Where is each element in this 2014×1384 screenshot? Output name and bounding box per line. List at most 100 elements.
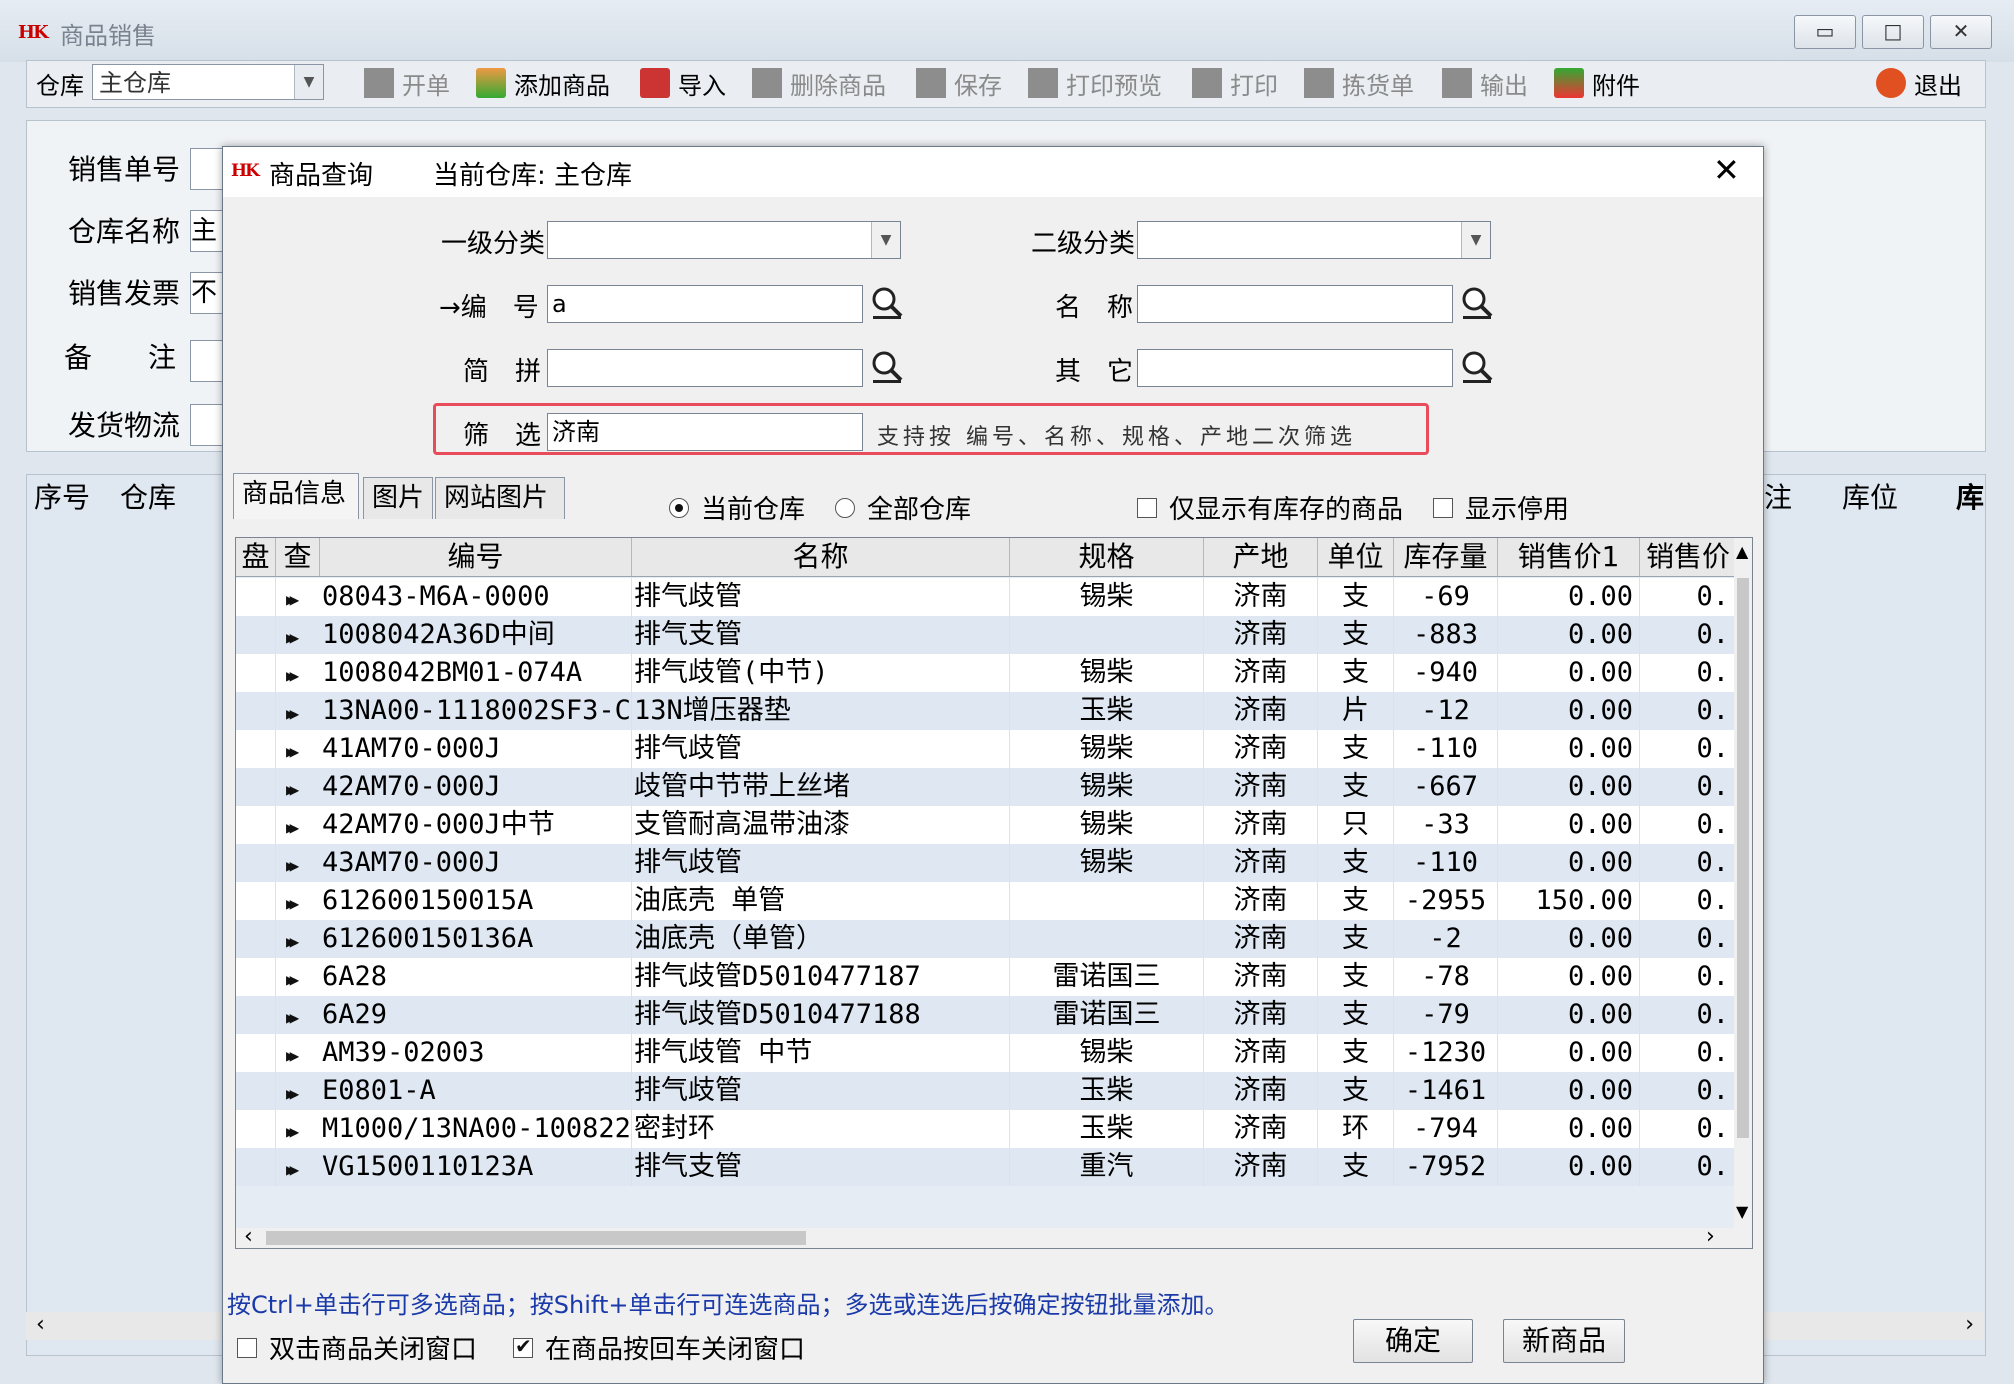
chk-show-disabled[interactable]: 显示停用 [1433, 489, 1569, 526]
row-arrow-icon[interactable]: ▶▶ [286, 666, 299, 685]
delete-product-button[interactable]: 删除商品 [752, 62, 886, 104]
row-arrow-icon[interactable]: ▶▶ [286, 780, 299, 799]
row-check-cell[interactable] [236, 1034, 276, 1072]
table-row[interactable]: ▶▶ 43AM70-000J 排气歧管 锡柴 济南支 -110 0.00 0. [236, 844, 1736, 882]
row-arrow-icon[interactable]: ▶▶ [286, 1008, 299, 1027]
row-arrow-icon[interactable]: ▶▶ [286, 856, 299, 875]
col-header-price2[interactable]: 销售价 [1640, 538, 1736, 576]
print-preview-button[interactable]: 打印预览 [1028, 62, 1162, 104]
row-arrow-icon[interactable]: ▶▶ [286, 590, 299, 609]
chk-enter-close[interactable]: 在商品按回车关闭窗口 [513, 1329, 805, 1366]
exit-button[interactable]: 退出 [1876, 62, 1962, 104]
row-check-cell[interactable] [236, 616, 276, 654]
col-header-price1[interactable]: 销售价1 [1498, 538, 1640, 576]
attachment-button[interactable]: 附件 [1554, 62, 1640, 104]
table-row[interactable]: ▶▶ 6A29 排气歧管D5010477188 雷诺国三 济南支 -79 0.00 0. [236, 996, 1736, 1034]
grid-hscroll-thumb[interactable] [266, 1231, 806, 1245]
print-button[interactable]: 打印 [1192, 62, 1278, 104]
close-window-button[interactable]: ✕ [1930, 15, 1992, 49]
table-row[interactable]: ▶▶ 13NA00-1118002SF3-C 13N增压器垫 玉柴 济南片 -12 0.00… [236, 692, 1736, 730]
row-check-cell[interactable] [236, 958, 276, 996]
col-header-view[interactable]: 查 [276, 538, 320, 576]
add-product-button[interactable]: 添加商品 [476, 62, 610, 104]
row-arrow-icon[interactable]: ▶▶ [286, 894, 299, 913]
filter-input[interactable]: 济南 [547, 413, 863, 451]
table-row[interactable]: ▶▶ VG1500110123A 排气支管 重汽 济南支 -7952 0.00 0. [236, 1148, 1736, 1186]
row-check-cell[interactable] [236, 692, 276, 730]
tab-product-info[interactable]: 商品信息 [233, 473, 359, 519]
chevron-left-icon[interactable]: ‹ [36, 1312, 45, 1337]
radio-all-warehouses[interactable]: 全部仓库 [835, 489, 971, 526]
row-arrow-icon[interactable]: ▶▶ [286, 1046, 299, 1065]
table-row[interactable]: ▶▶ 1008042A36D中间 排气支管 济南支 -883 0.00 0. [236, 616, 1736, 654]
tab-pictures[interactable]: 图片 [363, 477, 433, 519]
table-row[interactable]: ▶▶ AM39-02003 排气歧管 中节 锡柴 济南支 -1230 0.00 0. [236, 1034, 1736, 1072]
main-hscroll-right[interactable]: › [1762, 1312, 1984, 1340]
row-check-cell[interactable] [236, 920, 276, 958]
name-input[interactable] [1137, 285, 1453, 323]
new-order-button[interactable]: 开单 [364, 62, 450, 104]
table-row[interactable]: ▶▶ 612600150136A 油底壳（单管） 济南支 -2 0.00 0. [236, 920, 1736, 958]
table-row[interactable]: ▶▶ 41AM70-000J 排气歧管 锡柴 济南支 -110 0.00 0. [236, 730, 1736, 768]
chk-dblclick-close[interactable]: 双击商品关闭窗口 [237, 1329, 477, 1366]
table-row[interactable]: ▶▶ 1008042BM01-074A 排气歧管(中节) 锡柴 济南支 -940 0.00 0… [236, 654, 1736, 692]
row-check-cell[interactable] [236, 996, 276, 1034]
table-row[interactable]: ▶▶ 08043-M6A-0000 排气歧管 锡柴 济南支 -69 0.00 0. [236, 578, 1736, 616]
category1-select[interactable]: ▼ [547, 221, 901, 259]
row-check-cell[interactable] [236, 768, 276, 806]
row-arrow-icon[interactable]: ▶▶ [286, 932, 299, 951]
col-header-unit[interactable]: 单位 [1318, 538, 1394, 576]
chevron-up-icon[interactable]: ▲ [1736, 542, 1748, 561]
chk-in-stock-only[interactable]: 仅显示有库存的商品 [1137, 489, 1403, 526]
category2-select[interactable]: ▼ [1137, 221, 1491, 259]
row-arrow-icon[interactable]: ▶▶ [286, 628, 299, 647]
grid-vscroll-thumb[interactable] [1737, 578, 1749, 1138]
table-row[interactable]: ▶▶ M1000/13NA00-100822 密封环 玉柴 济南环 -794 0.00 0. [236, 1110, 1736, 1148]
import-button[interactable]: 导入 [640, 62, 726, 104]
radio-current-warehouse[interactable]: 当前仓库 [669, 489, 805, 526]
pick-list-button[interactable]: 拣货单 [1304, 62, 1414, 104]
other-search-icon[interactable] [1459, 349, 1495, 385]
row-check-cell[interactable] [236, 730, 276, 768]
table-row[interactable]: ▶▶ 6A28 排气歧管D5010477187 雷诺国三 济南支 -78 0.00 0. [236, 958, 1736, 996]
table-row[interactable]: ▶▶ E0801-A 排气歧管 玉柴 济南支 -1461 0.00 0. [236, 1072, 1736, 1110]
name-search-icon[interactable] [1459, 285, 1495, 321]
table-row[interactable]: ▶▶ 612600150015A 油底壳 单管 济南支 -2955 150.00 0. [236, 882, 1736, 920]
ok-button[interactable]: 确定 [1353, 1319, 1473, 1363]
col-header-check[interactable]: 盘 [236, 538, 276, 576]
tab-web-pictures[interactable]: 网站图片 [435, 477, 565, 519]
row-check-cell[interactable] [236, 844, 276, 882]
dialog-close-button[interactable]: ✕ [1713, 151, 1740, 189]
row-check-cell[interactable] [236, 882, 276, 920]
col-header-origin[interactable]: 产地 [1204, 538, 1318, 576]
grid-hscroll[interactable]: ‹ › [236, 1224, 1752, 1248]
export-button[interactable]: 输出 [1442, 62, 1528, 104]
chevron-right-icon[interactable]: › [1965, 1312, 1974, 1337]
code-input[interactable]: a [547, 285, 863, 323]
row-arrow-icon[interactable]: ▶▶ [286, 742, 299, 761]
pinyin-input[interactable] [547, 349, 863, 387]
main-hscroll[interactable]: ‹ [26, 1312, 222, 1340]
new-product-button[interactable]: 新商品 [1503, 1319, 1625, 1363]
row-arrow-icon[interactable]: ▶▶ [286, 704, 299, 723]
maximize-button[interactable]: □ [1862, 15, 1924, 49]
other-input[interactable] [1137, 349, 1453, 387]
chevron-left-icon[interactable]: ‹ [244, 1224, 253, 1248]
warehouse-select[interactable]: 主仓库 ▼ [92, 64, 324, 100]
table-row[interactable]: ▶▶ 42AM70-000J中节 支管耐高温带油漆 锡柴 济南只 -33 0.00 0. [236, 806, 1736, 844]
row-check-cell[interactable] [236, 654, 276, 692]
row-arrow-icon[interactable]: ▶▶ [286, 1160, 299, 1179]
minimize-button[interactable]: ▭ [1794, 15, 1856, 49]
row-arrow-icon[interactable]: ▶▶ [286, 1084, 299, 1103]
chevron-right-icon[interactable]: › [1706, 1224, 1715, 1248]
row-check-cell[interactable] [236, 1148, 276, 1186]
product-grid[interactable]: 盘 查 编号 名称 规格 产地 单位 库存量 销售价1 销售价 ▶▶ 08043-… [235, 537, 1753, 1249]
row-check-cell[interactable] [236, 806, 276, 844]
row-arrow-icon[interactable]: ▶▶ [286, 818, 299, 837]
code-search-icon[interactable] [869, 285, 905, 321]
table-row[interactable]: ▶▶ 42AM70-000J 歧管中节带上丝堵 锡柴 济南支 -667 0.00 0. [236, 768, 1736, 806]
row-check-cell[interactable] [236, 1110, 276, 1148]
save-button[interactable]: 保存 [916, 62, 1002, 104]
chevron-down-icon[interactable]: ▼ [1736, 1202, 1748, 1221]
row-check-cell[interactable] [236, 1072, 276, 1110]
